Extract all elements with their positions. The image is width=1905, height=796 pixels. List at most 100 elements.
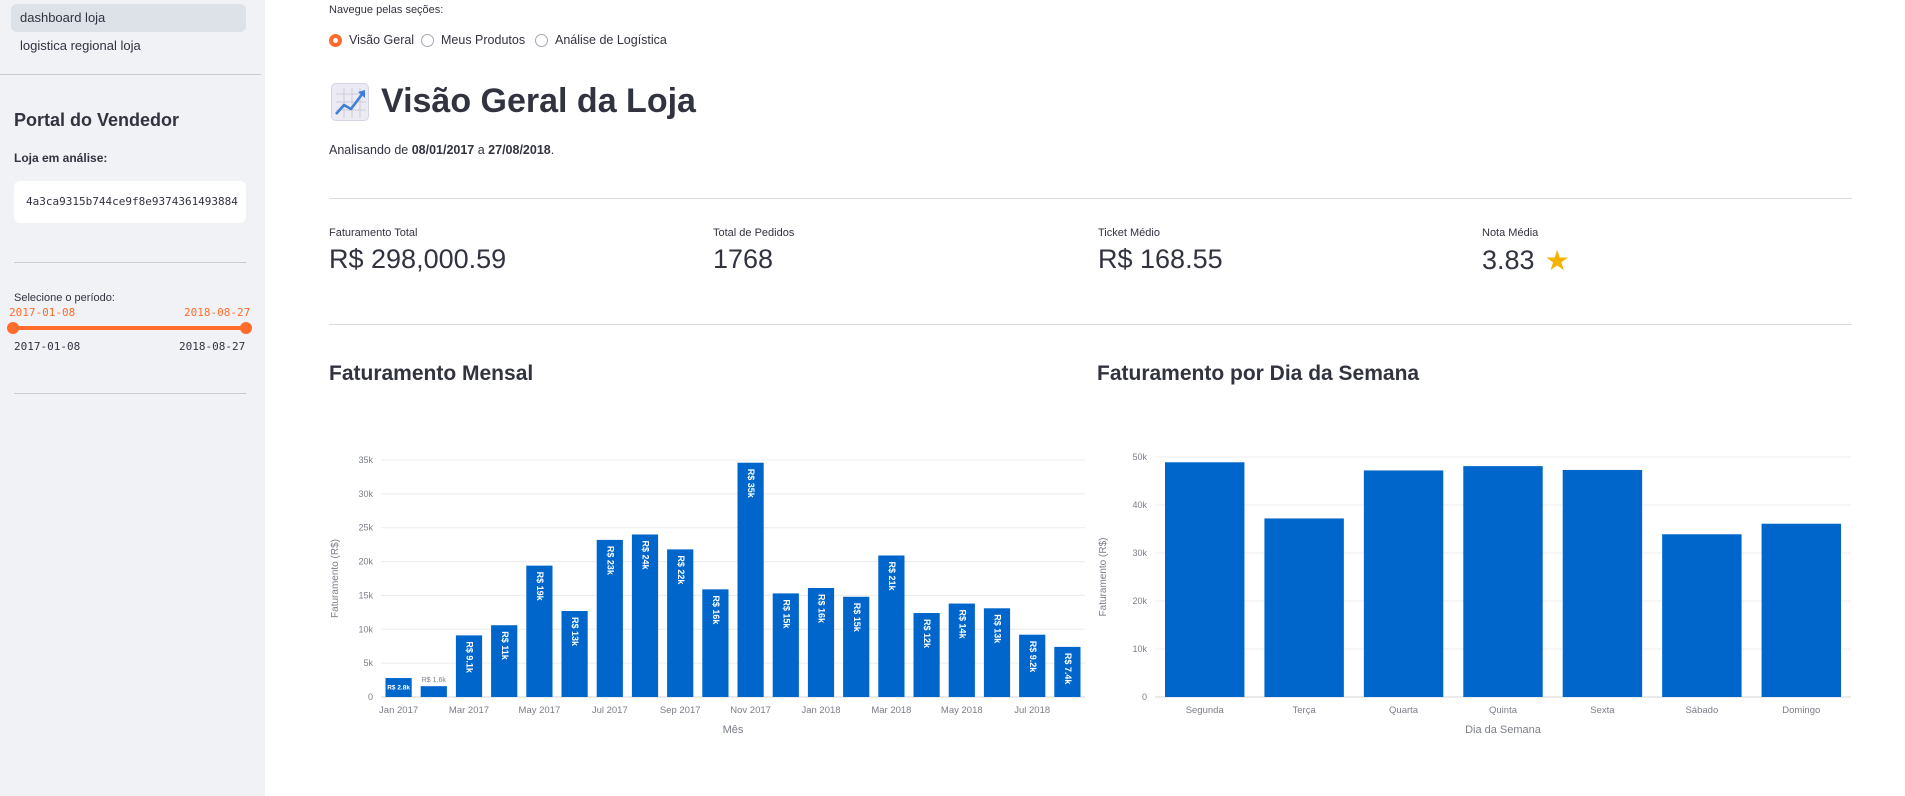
bar-data-label: R$ 11k — [500, 631, 510, 661]
bar[interactable] — [1264, 518, 1344, 697]
bar[interactable] — [420, 686, 447, 697]
y-tick-label: 20k — [358, 557, 373, 567]
metric-ticket-medio: Ticket Médio R$ 168.55 — [1098, 227, 1223, 275]
x-tick-label: Jan 2018 — [801, 705, 840, 716]
metric-value-text: R$ 298,000.59 — [329, 244, 507, 274]
metric-value: 1768 — [713, 244, 794, 275]
page-title: Visão Geral da Loja — [331, 82, 696, 121]
y-tick-label: 0 — [368, 692, 373, 702]
bar-data-label: R$ 16k — [711, 595, 721, 625]
x-tick-label: Terça — [1293, 705, 1317, 716]
bar-data-label: R$ 12k — [922, 619, 932, 649]
sidebar-divider — [0, 74, 261, 75]
y-tick-label: 30k — [358, 489, 373, 499]
y-tick-label: 30k — [1132, 548, 1147, 558]
x-tick-label: Mar 2018 — [871, 705, 911, 716]
y-tick-label: 15k — [358, 590, 373, 600]
radio-visao-geral[interactable]: Visão Geral — [329, 33, 414, 47]
radio-label: Visão Geral — [349, 33, 415, 47]
y-tick-label: 35k — [358, 455, 373, 465]
x-tick-label: Jan 2017 — [379, 705, 418, 716]
chart-title-monthly: Faturamento Mensal — [329, 362, 534, 385]
y-tick-label: 20k — [1132, 596, 1147, 606]
y-tick-label: 10k — [358, 624, 373, 634]
x-tick-label: May 2018 — [941, 705, 983, 716]
period-end-date: 27/08/2018 — [488, 143, 551, 157]
x-tick-label: Domingo — [1782, 705, 1820, 716]
bar-data-label: R$ 2.8k — [387, 685, 410, 692]
x-tick-label: Jul 2018 — [1014, 705, 1050, 716]
period-start-date: 08/01/2017 — [411, 143, 475, 157]
slider-start-value: 2017-01-08 — [9, 306, 76, 319]
y-tick-label: 0 — [1142, 692, 1147, 702]
bar[interactable] — [1463, 466, 1543, 697]
chart-title-weekday: Faturamento por Dia da Semana — [1097, 362, 1420, 385]
period-slider-track[interactable] — [12, 326, 246, 330]
x-tick-label: Quinta — [1489, 705, 1518, 716]
bar-data-label: R$ 14k — [957, 610, 967, 640]
chart-increasing-icon — [331, 82, 369, 121]
bar-data-label: R$ 19k — [535, 572, 545, 602]
weekday-revenue-chart: 0 10k 20k 30k 40k 50k Segunda Terça Quarta Quinta… — [1098, 452, 1851, 736]
slider-min-label: 2017-01-08 — [14, 340, 81, 353]
x-tick-label: Segunda — [1186, 705, 1225, 716]
sidebar: dashboard loja logistica regional loja P… — [0, 0, 265, 796]
divider — [329, 324, 1852, 325]
sidebar-divider — [14, 393, 246, 394]
metric-value: 3.83 ★ — [1482, 244, 1570, 277]
radio-meus-produtos[interactable]: Meus Produtos — [421, 33, 525, 47]
bar-data-label: R$ 9.1k — [465, 641, 475, 674]
sidebar-nav-dashboard-loja[interactable]: dashboard loja — [11, 4, 246, 32]
period-connector: a — [474, 143, 489, 157]
portal-title: Portal do Vendedor — [14, 110, 180, 130]
bar[interactable] — [1562, 469, 1643, 697]
section-nav-hint: Navegue pelas seções: — [329, 4, 444, 16]
slider-end-value: 2018-08-27 — [184, 306, 251, 319]
y-tick-label: 40k — [1132, 500, 1147, 510]
x-axis-title: Mês — [723, 724, 744, 736]
sidebar-nav-logistica-regional-loja[interactable]: logistica regional loja — [11, 32, 246, 60]
x-tick-label: Sep 2017 — [660, 705, 701, 716]
bar[interactable] — [737, 462, 764, 697]
period-slider-start-handle[interactable] — [7, 322, 19, 334]
x-axis-title: Dia da Semana — [1465, 724, 1542, 736]
bar[interactable] — [1363, 470, 1444, 697]
radio-label: Análise de Logística — [555, 33, 667, 47]
bar[interactable] — [1761, 523, 1841, 697]
bar[interactable] — [1165, 462, 1245, 697]
bar-data-label: R$ 23k — [605, 546, 615, 576]
y-tick-label: 10k — [1132, 644, 1147, 654]
store-id-display[interactable]: 4a3ca9315b744ce9f8e9374361493884 — [14, 181, 246, 223]
x-tick-label: Sábado — [1685, 705, 1718, 716]
page-title-text: Visão Geral da Loja — [381, 82, 696, 120]
x-tick-label: May 2017 — [519, 705, 561, 716]
radio-label: Meus Produtos — [441, 33, 526, 47]
x-tick-label: Sexta — [1590, 705, 1615, 716]
metric-total-pedidos: Total de Pedidos 1768 — [713, 227, 794, 275]
sidebar-divider — [14, 262, 246, 263]
metric-label: Faturamento Total — [329, 227, 418, 239]
bar-data-label: R$ 21k — [887, 561, 897, 591]
period-label: Selecione o período: — [14, 292, 115, 304]
metric-value: R$ 298,000.59 — [329, 244, 506, 275]
bar-data-label: R$ 7.4k — [1063, 653, 1073, 686]
x-tick-label: Mar 2017 — [449, 705, 489, 716]
metric-label: Ticket Médio — [1098, 227, 1160, 239]
slider-max-label: 2018-08-27 — [179, 340, 246, 353]
metric-faturamento-total: Faturamento Total R$ 298,000.59 — [329, 227, 506, 275]
bar-data-label: R$ 9.2k — [1028, 641, 1038, 674]
y-tick-label: 25k — [358, 523, 373, 533]
metric-value-text: 3.83 — [1482, 245, 1535, 275]
bar[interactable] — [1662, 534, 1742, 697]
bar-data-label: R$ 13k — [570, 617, 580, 647]
divider — [329, 198, 1852, 199]
star-icon: ★ — [1544, 245, 1570, 276]
radio-unchecked-icon — [421, 33, 434, 47]
bar-data-label: R$ 13k — [993, 614, 1003, 644]
period-prefix: Analisando de — [329, 143, 412, 157]
bar-data-label: R$ 22k — [676, 555, 686, 585]
period-slider-end-handle[interactable] — [240, 322, 252, 334]
analysis-period: Analisando de 08/01/2017 a 27/08/2018. — [329, 143, 554, 157]
radio-unchecked-icon — [535, 33, 548, 47]
radio-analise-logistica[interactable]: Análise de Logística — [535, 33, 667, 47]
